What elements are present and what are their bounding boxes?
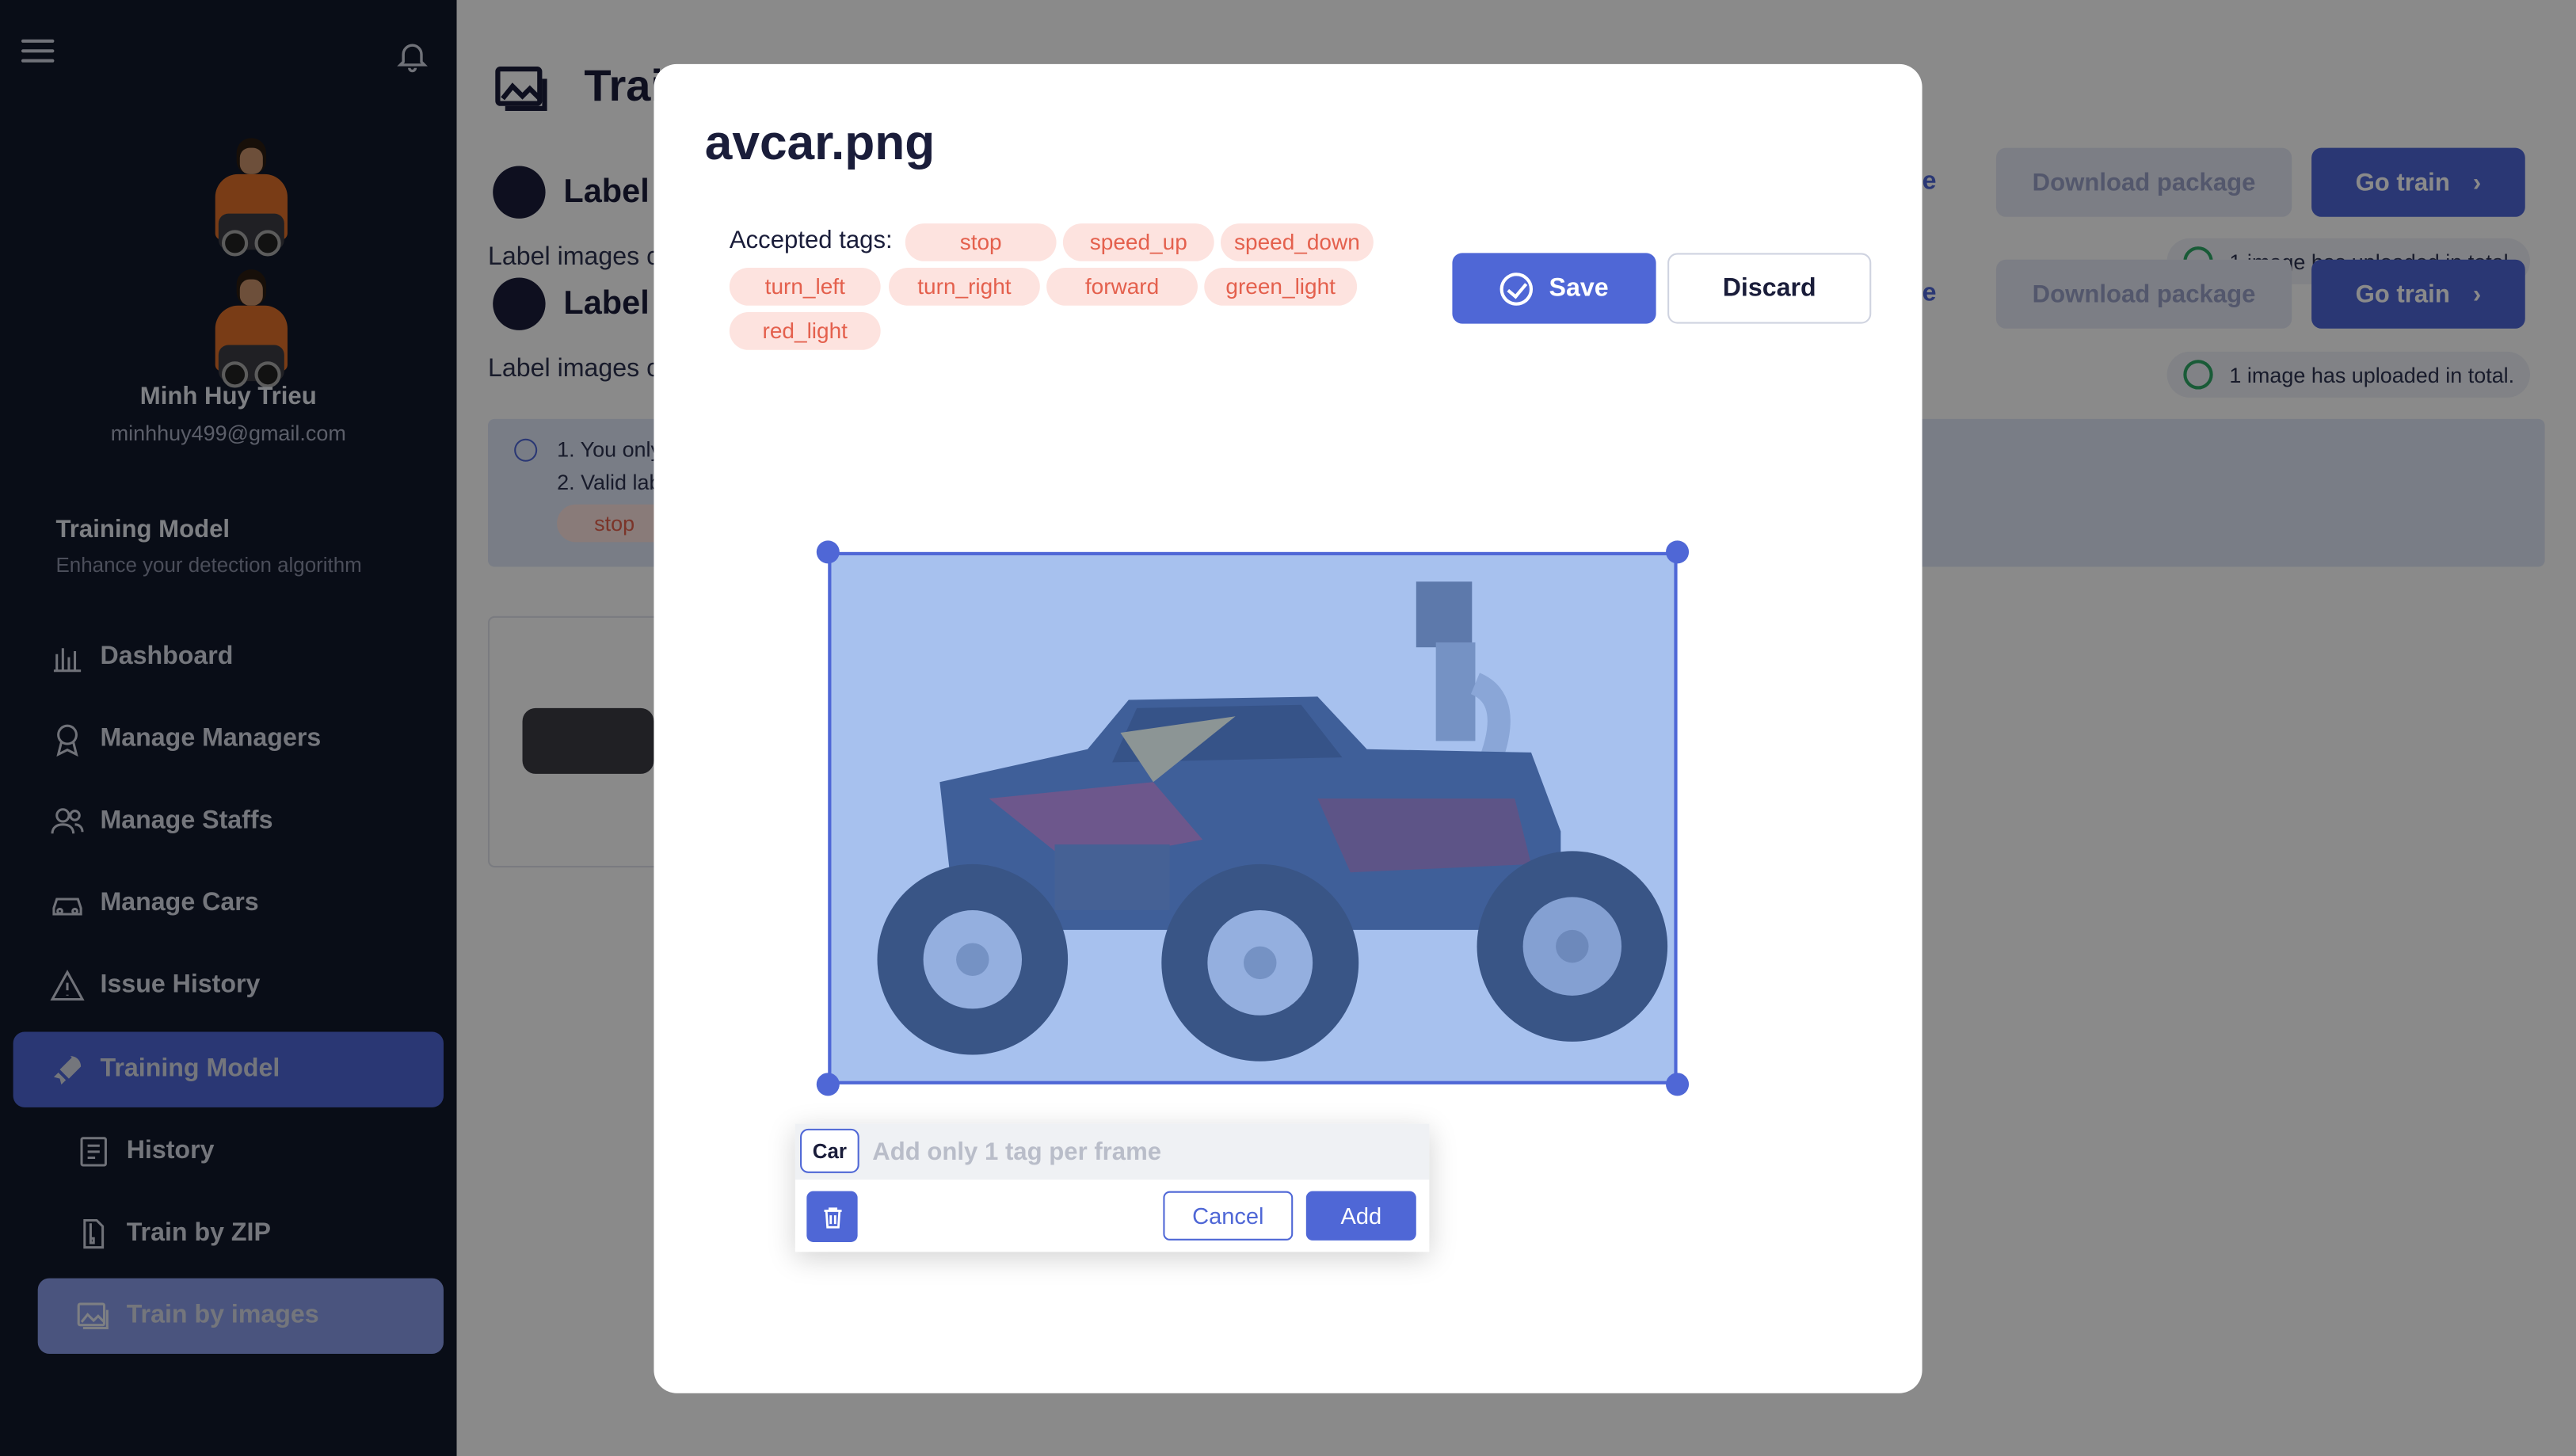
label-modal: avcar.png Accepted tags: stop speed_up s… [654,63,1922,1393]
trash-icon [823,1206,841,1228]
resize-handle-top-left[interactable] [816,540,840,564]
check-circle-icon [1499,272,1533,305]
bounding-box[interactable] [828,551,1678,1084]
accepted-tags-label: Accepted tags: [729,227,893,255]
tag-forward: forward [1046,268,1198,306]
tag-input[interactable] [872,1123,1415,1180]
tag-speed-down: speed_down [1220,223,1374,261]
resize-handle-bottom-left[interactable] [816,1073,840,1096]
cancel-button[interactable]: Cancel [1163,1191,1294,1241]
tag-turn-right: turn_right [889,268,1040,306]
current-tag-chip[interactable]: Car [800,1128,859,1173]
tag-stop: stop [905,223,1057,261]
add-button[interactable]: Add [1305,1191,1416,1241]
delete-button[interactable] [806,1191,858,1242]
tag-red-light: red_light [729,312,881,350]
tag-input-row: Car [795,1123,1430,1180]
tag-editor-popup: Car Cancel Add [795,1123,1430,1252]
tag-green-light: green_light [1204,268,1358,306]
tag-speed-up: speed_up [1062,223,1214,261]
tag-turn-left: turn_left [729,268,881,306]
resize-handle-top-right[interactable] [1666,540,1690,564]
resize-handle-bottom-right[interactable] [1666,1073,1690,1096]
app-root: Minh Huy Trieu minhhuy499@gmail.com Trai… [0,0,2576,1456]
modal-title: avcar.png [704,116,936,171]
discard-button[interactable]: Discard [1667,253,1872,324]
save-button[interactable]: Save [1452,253,1656,324]
